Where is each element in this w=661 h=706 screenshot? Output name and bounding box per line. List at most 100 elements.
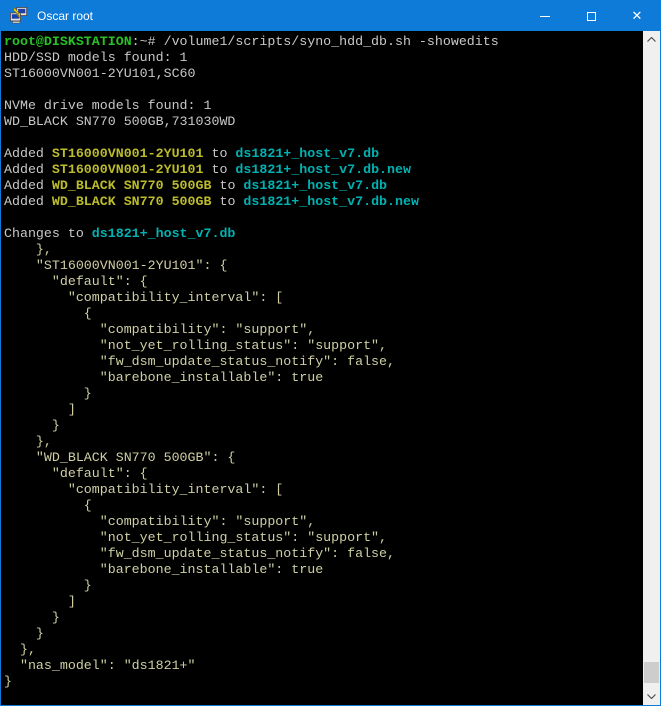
terminal-line: Added WD_BLACK SN770 500GB to ds1821+_ho… (4, 194, 643, 210)
terminal-text-segment: ds1821+_host_v7.db (235, 146, 379, 161)
terminal-text-segment: Added (4, 146, 52, 161)
terminal-text-segment: "fw_dsm_update_status_notify": false, (4, 354, 395, 369)
terminal-line: } (4, 386, 643, 402)
putty-app-icon[interactable] (9, 6, 29, 26)
terminal-line: "compatibility_interval": [ (4, 290, 643, 306)
putty-terminals-lightning-icon (10, 7, 28, 25)
terminal-text-segment: "not_yet_rolling_status": "support", (4, 338, 387, 353)
terminal-text-segment: "default": { (4, 274, 148, 289)
terminal-line: "compatibility": "support", (4, 322, 643, 338)
terminal-text-segment: WD_BLACK SN770 500GB,731030WD (4, 114, 235, 129)
terminal-line: }, (4, 642, 643, 658)
terminal-text-segment: :~# /volume1/scripts/syno_hdd_db.sh -sho… (132, 34, 499, 49)
terminal-text-segment: ] (4, 402, 76, 417)
terminal-text-segment: HDD/SSD models found: 1 (4, 50, 188, 65)
scroll-down-button[interactable] (643, 688, 660, 705)
window-title: Oscar root (37, 9, 93, 23)
terminal-line: }, (4, 242, 643, 258)
terminal-text-segment: ST16000VN001-2YU101,SC60 (4, 66, 196, 81)
terminal-text-segment: "compatibility_interval": [ (4, 482, 283, 497)
terminal-line: Added WD_BLACK SN770 500GB to ds1821+_ho… (4, 178, 643, 194)
maximize-button[interactable] (568, 1, 614, 31)
terminal-text-segment: } (4, 386, 92, 401)
terminal-line: HDD/SSD models found: 1 (4, 50, 643, 66)
terminal-text-segment: to (204, 162, 236, 177)
terminal-line: "not_yet_rolling_status": "support", (4, 338, 643, 354)
terminal-text-segment: "fw_dsm_update_status_notify": false, (4, 546, 395, 561)
terminal-text-segment: to (204, 146, 236, 161)
terminal-text-segment: }, (4, 242, 52, 257)
terminal-text-segment: "default": { (4, 466, 148, 481)
terminal-line: "fw_dsm_update_status_notify": false, (4, 546, 643, 562)
terminal-text-segment: ds1821+_host_v7.db (92, 226, 236, 241)
terminal-line: { (4, 498, 643, 514)
terminal-line: "nas_model": "ds1821+" (4, 658, 643, 674)
terminal-text-segment: "ST16000VN001-2YU101": { (4, 258, 227, 273)
chevron-down-icon (647, 694, 656, 699)
terminal-output: root@DISKSTATION:~# /volume1/scripts/syn… (1, 31, 643, 705)
terminal-line: root@DISKSTATION:~# /volume1/scripts/syn… (4, 34, 643, 50)
terminal-line: { (4, 306, 643, 322)
terminal-text-segment: "compatibility": "support", (4, 514, 315, 529)
terminal-text-segment: { (4, 306, 92, 321)
window-controls: ✕ (522, 1, 660, 31)
terminal-line: "compatibility": "support", (4, 514, 643, 530)
chevron-up-icon (647, 37, 656, 42)
terminal-line: } (4, 578, 643, 594)
terminal-line: "ST16000VN001-2YU101": { (4, 258, 643, 274)
terminal-text-segment: } (4, 418, 60, 433)
maximize-icon (587, 12, 596, 21)
close-button[interactable]: ✕ (614, 1, 660, 31)
terminal-text-segment: "barebone_installable": true (4, 562, 323, 577)
terminal-line: } (4, 674, 643, 690)
terminal-line: } (4, 626, 643, 642)
window-body: root@DISKSTATION:~# /volume1/scripts/syn… (1, 31, 660, 705)
terminal-text-segment: to (211, 194, 243, 209)
terminal-text-segment: ds1821+_host_v7.db.new (235, 162, 411, 177)
terminal-text-segment: }, (4, 642, 36, 657)
terminal-line: Changes to ds1821+_host_v7.db (4, 226, 643, 242)
terminal-line (4, 210, 643, 226)
terminal-text-segment: "compatibility_interval": [ (4, 290, 283, 305)
terminal-line: WD_BLACK SN770 500GB,731030WD (4, 114, 643, 130)
terminal-text-segment: "nas_model": "ds1821+" (4, 658, 196, 673)
terminal-line: "default": { (4, 466, 643, 482)
terminal-text-segment: ] (4, 594, 76, 609)
close-icon: ✕ (632, 10, 643, 23)
terminal-text-segment: "not_yet_rolling_status": "support", (4, 530, 387, 545)
terminal-text-segment: "WD_BLACK SN770 500GB": { (4, 450, 235, 465)
terminal-line: "not_yet_rolling_status": "support", (4, 530, 643, 546)
titlebar[interactable]: Oscar root ✕ (1, 1, 660, 31)
terminal-line: "barebone_installable": true (4, 562, 643, 578)
terminal-line: ST16000VN001-2YU101,SC60 (4, 66, 643, 82)
terminal-line: "fw_dsm_update_status_notify": false, (4, 354, 643, 370)
terminal-line: ] (4, 594, 643, 610)
terminal-text-segment: "compatibility": "support", (4, 322, 315, 337)
terminal-line: "compatibility_interval": [ (4, 482, 643, 498)
terminal-text-segment: ST16000VN001-2YU101 (52, 162, 204, 177)
terminal-line: Added ST16000VN001-2YU101 to ds1821+_hos… (4, 146, 643, 162)
terminal-text-segment: }, (4, 434, 52, 449)
terminal-line: } (4, 610, 643, 626)
scroll-up-button[interactable] (643, 31, 660, 48)
minimize-button[interactable] (522, 1, 568, 31)
terminal-text-segment: ST16000VN001-2YU101 (52, 146, 204, 161)
terminal-text-segment: } (4, 578, 92, 593)
terminal-line (4, 82, 643, 98)
scrollbar[interactable] (643, 31, 660, 705)
terminal-text-segment: root@DISKSTATION (4, 34, 132, 49)
terminal-line: }, (4, 434, 643, 450)
terminal-text-segment: ds1821+_host_v7.db.new (243, 194, 419, 209)
terminal-text-segment: ds1821+_host_v7.db (243, 178, 387, 193)
scrollbar-thumb[interactable] (644, 662, 659, 683)
terminal-text-segment: WD_BLACK SN770 500GB (52, 178, 212, 193)
terminal-line: "default": { (4, 274, 643, 290)
terminal-text-segment: "barebone_installable": true (4, 370, 323, 385)
terminal-text-segment: to (211, 178, 243, 193)
minimize-icon (540, 16, 550, 17)
terminal-line: "barebone_installable": true (4, 370, 643, 386)
terminal-text-segment: NVMe drive models found: 1 (4, 98, 211, 113)
terminal-text-segment: } (4, 610, 60, 625)
terminal-line: Added ST16000VN001-2YU101 to ds1821+_hos… (4, 162, 643, 178)
terminal-text-segment: } (4, 626, 44, 641)
